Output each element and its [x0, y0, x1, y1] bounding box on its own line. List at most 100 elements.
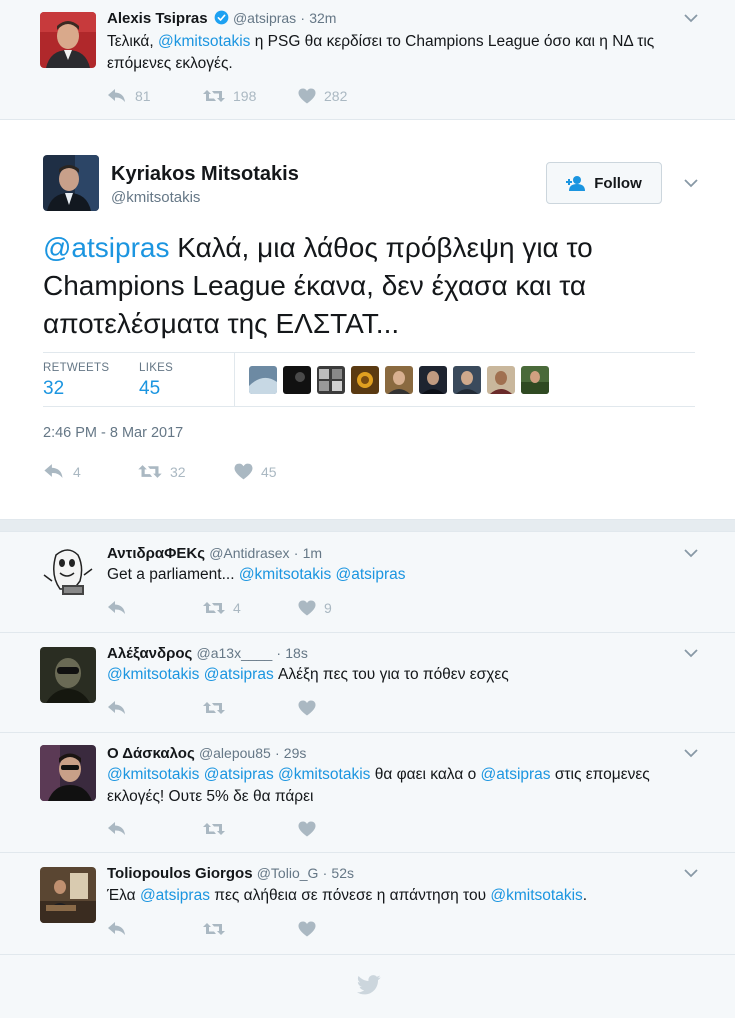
tweet-date[interactable]: 2:46 PM - 8 Mar 2017 [43, 425, 183, 441]
retweet-button[interactable]: 4 [203, 600, 241, 616]
like-button[interactable] [298, 700, 316, 716]
chevron-down-icon[interactable] [683, 175, 699, 191]
author-name[interactable]: Ο Δάσκαλος [107, 745, 195, 762]
liker-avatar[interactable] [521, 366, 549, 394]
liker-avatar[interactable] [419, 366, 447, 394]
like-button[interactable] [298, 921, 316, 937]
reply-button[interactable]: 81 [107, 88, 151, 104]
retweet-icon [203, 823, 225, 835]
reply-tweet[interactable]: Toliopoulos Giorgos @Tolio_G · 52s Έλα @… [0, 853, 735, 955]
retweet-button[interactable] [203, 921, 225, 937]
author-name[interactable]: Kyriakos Mitsotakis [111, 163, 299, 186]
like-button[interactable]: 9 [298, 600, 332, 616]
liker-avatar[interactable] [249, 366, 277, 394]
tweet-actions: 4 32 45 [43, 463, 343, 483]
chevron-down-icon[interactable] [683, 745, 699, 761]
like-button[interactable] [298, 821, 316, 837]
reply-tweet[interactable]: ΑντιδραΦΕΚς @Antidrasex · 1m Get a parli… [0, 533, 735, 633]
reply-button[interactable] [107, 600, 127, 616]
mention-link[interactable]: @kmitsotakis [107, 666, 199, 683]
tweet-text: @kmitsotakis @atsipras Αλέξη πες του για… [107, 666, 509, 683]
retweet-button[interactable] [203, 700, 225, 716]
mention-link[interactable]: @kmitsotakis [239, 566, 331, 583]
retweets-value[interactable]: 32 [43, 378, 64, 400]
retweets-label: RETWEETS [43, 362, 110, 374]
author-name[interactable]: Toliopoulos Giorgos [107, 865, 253, 882]
retweet-icon [203, 602, 225, 614]
mention-link[interactable]: @atsipras [140, 887, 210, 904]
tweet-text: @kmitsotakis @atsipras @kmitsotakis θα φ… [107, 766, 650, 805]
chevron-down-icon[interactable] [683, 865, 699, 881]
author-handle[interactable]: @Tolio_G [257, 865, 319, 881]
tweet-time[interactable]: 29s [284, 745, 307, 761]
liker-avatar[interactable] [283, 366, 311, 394]
chevron-down-icon[interactable] [683, 10, 699, 26]
follow-label: Follow [594, 174, 642, 192]
like-count: 282 [324, 88, 348, 104]
divider [234, 352, 235, 406]
avatar[interactable] [40, 867, 96, 923]
like-button[interactable]: 282 [298, 88, 347, 104]
timeline-footer [0, 955, 735, 1018]
like-count: 9 [324, 600, 332, 616]
reply-tweet[interactable]: Ο Δάσκαλος @alepou85 · 29s @kmitsotakis … [0, 733, 735, 853]
author-handle[interactable]: @kmitsotakis [111, 189, 200, 206]
reply-icon [44, 464, 63, 478]
liker-avatar[interactable] [453, 366, 481, 394]
mention-link[interactable]: @atsipras [481, 766, 551, 783]
reply-icon [108, 89, 125, 102]
tweet-tsipras[interactable]: Alexis Tsipras @atsipras · 32m Τελικά, @… [0, 0, 735, 120]
mention-link[interactable]: @kmitsotakis [107, 766, 199, 783]
reply-button[interactable] [107, 921, 127, 937]
liker-avatar[interactable] [351, 366, 379, 394]
separator-dot: · [322, 865, 328, 881]
avatar[interactable] [40, 745, 96, 801]
reply-button[interactable]: 4 [43, 463, 81, 480]
retweet-icon [138, 465, 162, 478]
retweet-button[interactable]: 198 [203, 88, 256, 104]
mention-link[interactable]: @kmitsotakis [490, 887, 582, 904]
author-name[interactable]: Alexis Tsipras [107, 10, 208, 27]
liker-avatar[interactable] [317, 366, 345, 394]
avatar[interactable] [40, 12, 96, 68]
tweet-time[interactable]: 52s [331, 865, 354, 881]
mention-link[interactable]: @kmitsotakis [278, 766, 370, 783]
mention-link[interactable]: @kmitsotakis [158, 33, 250, 50]
chevron-down-icon[interactable] [683, 645, 699, 661]
avatar[interactable] [40, 545, 96, 601]
follow-button[interactable]: Follow [546, 162, 662, 204]
reply-tweet[interactable]: Αλέξανδρος @a13x____ · 18s @kmitsotakis … [0, 633, 735, 733]
avatar[interactable] [40, 647, 96, 703]
retweet-count: 198 [233, 88, 257, 104]
liker-avatar[interactable] [487, 366, 515, 394]
avatar[interactable] [43, 155, 99, 211]
author-handle[interactable]: @a13x____ [197, 645, 273, 661]
tweet-time[interactable]: 18s [285, 645, 308, 661]
retweet-button[interactable]: 32 [138, 463, 186, 480]
heart-icon [234, 463, 253, 480]
like-button[interactable]: 45 [234, 463, 277, 480]
author-handle[interactable]: @Antidrasex [209, 545, 289, 561]
author-name[interactable]: Αλέξανδρος [107, 645, 192, 662]
author-handle[interactable]: @atsipras [233, 10, 296, 26]
mention-link[interactable]: @atsipras [336, 566, 406, 583]
tweet-actions [107, 700, 407, 720]
mention-link[interactable]: @atsipras [204, 666, 274, 683]
author-name[interactable]: ΑντιδραΦΕΚς [107, 545, 205, 562]
tweet-text: Έλα @atsipras πες αλήθεια σε πόνεσε η απ… [107, 887, 588, 904]
mention-link[interactable]: @atsipras [43, 232, 169, 263]
mention-link[interactable]: @atsipras [204, 766, 274, 783]
tweet-actions [107, 821, 407, 841]
retweet-button[interactable] [203, 821, 225, 837]
likes-value[interactable]: 45 [139, 378, 160, 400]
tweet-time[interactable]: 32m [309, 10, 336, 26]
liker-avatar[interactable] [385, 366, 413, 394]
author-handle[interactable]: @alepou85 [199, 745, 271, 761]
reply-button[interactable] [107, 821, 127, 837]
chevron-down-icon[interactable] [683, 545, 699, 561]
separator-dot: · [300, 10, 306, 26]
tweet-text: Τελικά, @kmitsotakis η PSG θα κερδίσει τ… [107, 33, 655, 72]
reply-button[interactable] [107, 700, 127, 716]
tweet-actions: 4 9 [107, 600, 407, 620]
tweet-time[interactable]: 1m [303, 545, 322, 561]
